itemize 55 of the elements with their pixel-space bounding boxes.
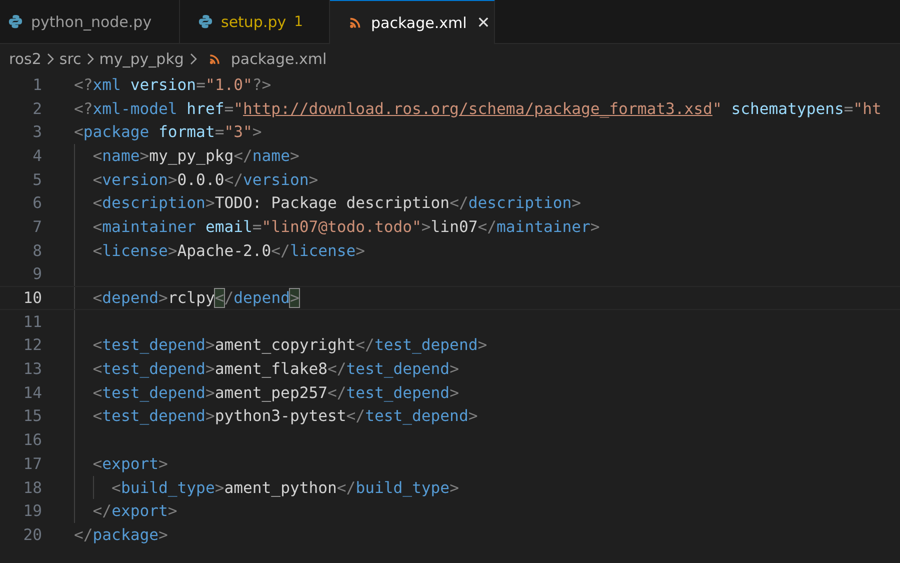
line-number: 20 xyxy=(22,526,42,544)
line-number: 14 xyxy=(22,384,42,402)
code-line: <license>Apache-2.0</license> xyxy=(92,242,366,260)
breadcrumb-item[interactable]: my_py_pkg xyxy=(99,50,184,68)
rss-icon xyxy=(348,15,363,30)
breadcrumb-item[interactable]: package.xml xyxy=(230,50,327,68)
code-line: <maintainer email="lin07@todo.todo">lin07</maintainer> xyxy=(92,218,600,236)
chevron-icon xyxy=(86,52,94,64)
code-line: <package format="3"> xyxy=(74,123,262,142)
breadcrumb-item[interactable]: src xyxy=(59,50,82,68)
line-number: 17 xyxy=(22,454,42,473)
rss-icon xyxy=(208,52,222,66)
chevron-icon xyxy=(46,52,54,64)
line-number: 6 xyxy=(32,194,42,212)
line-number: 12 xyxy=(22,336,42,354)
line-number: 10 xyxy=(22,289,42,308)
tab-label: setup.py xyxy=(221,12,286,30)
code-line: <test_depend>ament_copyright</test_depend> xyxy=(92,336,488,354)
line-number: 15 xyxy=(22,407,42,426)
line-number: 2 xyxy=(32,100,42,118)
code-line: </package> xyxy=(74,526,168,544)
code-line: <test_depend>ament_flake8</test_depend> xyxy=(92,360,459,378)
line-number: 19 xyxy=(22,502,42,520)
line-number: 5 xyxy=(32,170,42,189)
tab-label: package.xml xyxy=(371,14,467,32)
breadcrumb-item[interactable]: ros2 xyxy=(9,50,42,68)
code-line: <test_depend>ament_pep257</test_depend> xyxy=(92,384,459,402)
code-line: <?xml-model href="http://download.ros.org/schema/package_format3.xsd" schematypens="ht xyxy=(74,100,882,118)
chevron-icon xyxy=(188,52,197,64)
tab-label: python_node.py xyxy=(31,12,152,30)
code-line: <version>0.0.0</version> xyxy=(92,170,318,189)
line-number: 3 xyxy=(32,123,42,142)
code-line: <description>TODO: Package description</description> xyxy=(92,194,582,212)
code-line: <export> xyxy=(92,454,168,473)
editor-tab[interactable]: package.xml ✕ xyxy=(330,0,495,44)
code-line: </export> xyxy=(92,502,178,520)
line-number: 7 xyxy=(32,218,42,236)
line-number: 16 xyxy=(22,431,42,450)
code-line: <test_depend>python3-pytest</test_depend> xyxy=(92,407,478,426)
close-button[interactable]: ✕ xyxy=(476,13,490,32)
python-file-icon xyxy=(8,14,23,29)
problem-count: 1 xyxy=(294,14,304,30)
line-number: 4 xyxy=(32,146,42,165)
code-line: <build_type>ament_python</build_type> xyxy=(110,478,459,497)
line-number: 11 xyxy=(22,312,42,331)
line-number: 9 xyxy=(32,265,42,284)
code-line: <name>my_py_pkg</name> xyxy=(92,146,300,165)
line-number: 13 xyxy=(22,360,42,378)
line-number: 8 xyxy=(32,242,42,260)
line-number: 18 xyxy=(22,478,42,497)
code-line: <depend>rclpy</depend> xyxy=(92,289,300,308)
editor-tab[interactable]: python_node.py xyxy=(0,0,180,44)
python-file-icon xyxy=(198,14,213,29)
code-line: <?xml version="1.0"?> xyxy=(74,76,272,94)
line-number: 1 xyxy=(32,76,42,94)
